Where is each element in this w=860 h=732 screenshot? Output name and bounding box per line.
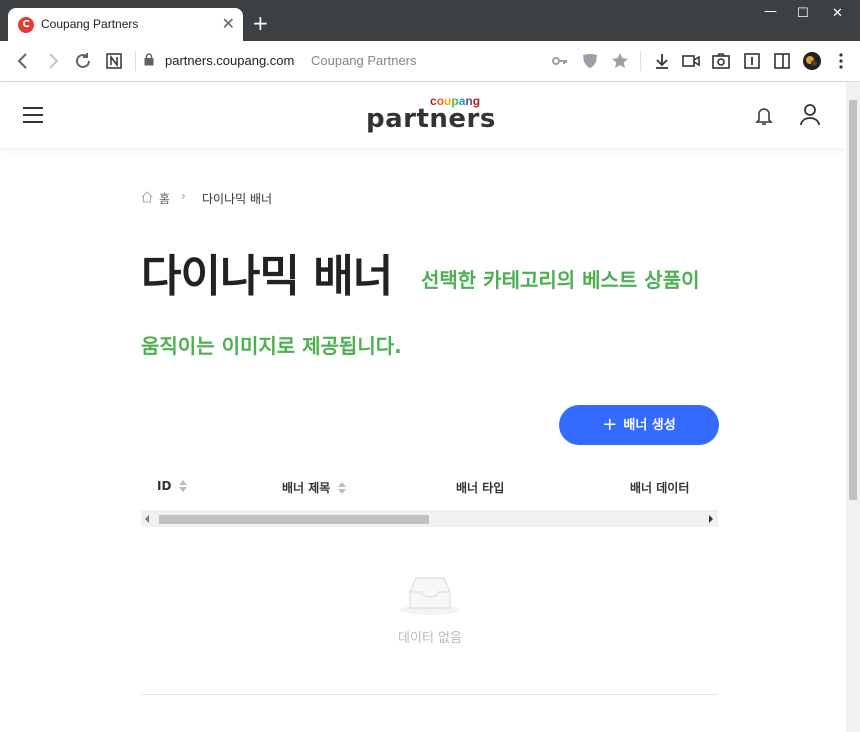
column-header-title[interactable]: 배너 제목 bbox=[282, 479, 347, 496]
menu-dots-icon[interactable] bbox=[830, 50, 852, 72]
browser-tab[interactable]: C Coupang Partners ✕ bbox=[8, 8, 243, 41]
forward-icon[interactable] bbox=[42, 50, 64, 72]
sidebar-icon[interactable] bbox=[771, 50, 793, 72]
coupang-favicon-icon: C bbox=[18, 17, 34, 33]
address-bar: partners.coupang.com Coupang Partners bbox=[0, 41, 860, 82]
page-title: 다이나믹 배너 bbox=[141, 251, 393, 302]
camera-icon[interactable] bbox=[710, 50, 732, 72]
page-content: coupang partners 홈 › 다이나믹 배너 다이나믹 배너 선택한… bbox=[0, 82, 846, 732]
browser-tab-bar: C Coupang Partners ✕ + — ☐ ✕ bbox=[0, 0, 860, 41]
scroll-left-icon[interactable] bbox=[145, 515, 149, 523]
create-banner-label: 배너 생성 bbox=[623, 418, 676, 433]
video-icon[interactable] bbox=[680, 50, 702, 72]
column-header-label: ID bbox=[157, 479, 172, 493]
user-icon[interactable] bbox=[800, 104, 820, 126]
page-description-line1: 선택한 카테고리의 베스트 상품이 bbox=[421, 268, 700, 292]
site-header: coupang partners bbox=[0, 82, 846, 148]
window-close-icon[interactable]: ✕ bbox=[832, 6, 843, 21]
maximize-icon[interactable]: ☐ bbox=[797, 6, 809, 21]
scrollbar-thumb[interactable] bbox=[849, 100, 857, 500]
column-header-label: 배너 타입 bbox=[456, 481, 505, 495]
divider bbox=[640, 51, 641, 71]
plus-icon: + bbox=[602, 414, 618, 435]
chevron-right-icon: › bbox=[181, 189, 186, 203]
download-icon[interactable] bbox=[651, 50, 673, 72]
column-header-data: 배너 데이터 bbox=[630, 479, 689, 496]
reload-icon[interactable] bbox=[72, 50, 94, 72]
page-description-line2: 움직이는 이미지로 제공됩니다. bbox=[141, 334, 402, 358]
new-tab-icon[interactable]: + bbox=[252, 13, 269, 33]
back-icon[interactable] bbox=[12, 50, 34, 72]
lock-icon[interactable] bbox=[144, 53, 154, 66]
empty-state-text: 데이터 없음 bbox=[398, 631, 462, 646]
scrollbar-thumb[interactable] bbox=[159, 515, 429, 524]
breadcrumb-home[interactable]: 홈 bbox=[159, 190, 170, 207]
divider bbox=[135, 51, 136, 71]
create-banner-button[interactable]: + 배너 생성 bbox=[559, 405, 719, 445]
logo-partners-wordmark: partners bbox=[366, 104, 496, 134]
home-icon[interactable] bbox=[141, 191, 153, 203]
breadcrumb-current: 다이나믹 배너 bbox=[202, 192, 273, 206]
close-icon[interactable]: ✕ bbox=[222, 15, 235, 33]
column-header-label: 배너 데이터 bbox=[630, 481, 690, 495]
table-header: ID 배너 제목 배너 타입 배너 데이터 bbox=[141, 466, 718, 511]
table-horizontal-scrollbar[interactable] bbox=[141, 511, 718, 527]
hamburger-menu-icon[interactable] bbox=[23, 107, 43, 123]
column-header-type: 배너 타입 bbox=[456, 479, 504, 496]
shield-extension-icon[interactable] bbox=[579, 50, 601, 72]
profile-avatar[interactable] bbox=[801, 50, 823, 72]
sort-icon[interactable] bbox=[338, 481, 347, 494]
url-site-name[interactable]: Coupang Partners bbox=[311, 53, 417, 68]
column-header-id[interactable]: ID bbox=[157, 479, 188, 493]
tab-title: Coupang Partners bbox=[41, 17, 139, 31]
page-vertical-scrollbar[interactable] bbox=[846, 82, 860, 732]
column-header-label: 배너 제목 bbox=[282, 481, 331, 495]
empty-inbox-icon bbox=[400, 577, 460, 615]
reader-mode-icon[interactable] bbox=[741, 50, 763, 72]
notion-extension-icon[interactable] bbox=[103, 50, 125, 72]
key-icon[interactable] bbox=[549, 50, 571, 72]
coupang-partners-logo[interactable]: coupang partners bbox=[366, 94, 495, 134]
scroll-right-icon[interactable] bbox=[709, 515, 713, 523]
bookmark-star-icon[interactable] bbox=[609, 50, 631, 72]
minimize-icon[interactable]: — bbox=[764, 4, 777, 19]
divider bbox=[141, 694, 718, 695]
bell-icon[interactable] bbox=[755, 106, 773, 126]
sort-icon[interactable] bbox=[179, 479, 188, 492]
url-domain[interactable]: partners.coupang.com bbox=[165, 53, 294, 68]
